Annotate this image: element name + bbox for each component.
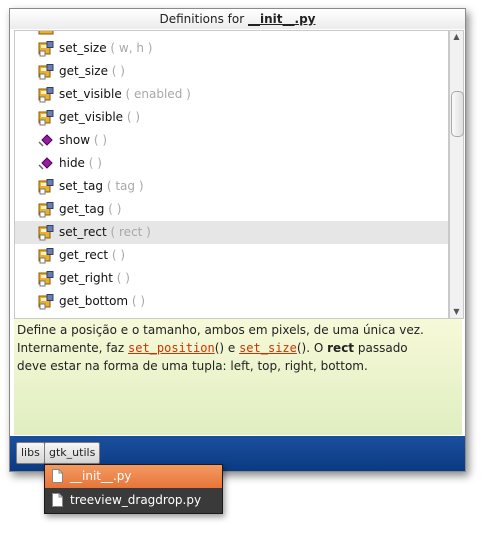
- documentation-panel: Define a posição e o tamanho, ambos em p…: [14, 318, 462, 435]
- popup-item-label: __init__.py: [70, 469, 132, 483]
- file-icon: [52, 469, 63, 483]
- definition-row-get-right[interactable]: get_right ( ): [15, 267, 448, 290]
- set-position-link[interactable]: set_position: [128, 341, 215, 355]
- definition-row-set-size[interactable]: set_size ( w, h ): [15, 37, 448, 60]
- definition-label: get_rect ( ): [59, 244, 125, 267]
- set-size-link[interactable]: set_size: [239, 341, 297, 355]
- definition-row-set-tag[interactable]: set_tag ( tag ): [15, 175, 448, 198]
- definition-name: hide: [59, 156, 85, 170]
- definition-name: get_visible: [59, 110, 124, 124]
- popup-item-init[interactable]: __init__.py: [45, 465, 222, 488]
- method-icon: [38, 64, 54, 80]
- definition-label: set_rect ( rect ): [59, 221, 151, 244]
- doc-line-3: deve estar na forma de uma tupla: left, …: [17, 359, 368, 373]
- crumb-libs[interactable]: libs: [16, 442, 45, 464]
- file-icon: [52, 493, 63, 507]
- scrollbar-thumb[interactable]: [451, 91, 464, 137]
- definition-row-set-visible[interactable]: set_visible ( enabled ): [15, 83, 448, 106]
- definition-name: set_tag: [59, 179, 104, 193]
- method-icon: [38, 294, 54, 310]
- popup-item-treeview-dragdrop[interactable]: treeview_dragdrop.py: [45, 489, 222, 512]
- method-icon: [38, 31, 54, 35]
- definition-row-get-visible[interactable]: get_visible ( ): [15, 106, 448, 129]
- definition-label: set_size ( w, h ): [59, 37, 152, 60]
- definition-name: set_rect: [59, 225, 107, 239]
- rect-bold: rect: [327, 341, 355, 355]
- definition-row-get-bottom[interactable]: get_bottom ( ): [15, 290, 448, 313]
- definition-args: ( rect ): [106, 225, 151, 239]
- window-title: Definitions for __init__.py: [10, 9, 465, 29]
- definition-label: set_visible ( enabled ): [59, 83, 191, 106]
- definition-label: get_size ( ): [59, 60, 125, 83]
- definition-label: set_tag ( tag ): [59, 175, 144, 198]
- definition-name: get_right: [59, 271, 113, 285]
- method-icon: [38, 248, 54, 264]
- crumb-gtk-utils[interactable]: gtk_utils: [44, 442, 101, 464]
- title-prefix: Definitions for: [159, 12, 248, 26]
- definition-label: get_right ( ): [59, 267, 130, 290]
- method-icon: [38, 271, 54, 287]
- definition-row-get-tag[interactable]: get_tag ( ): [15, 198, 448, 221]
- definition-row-set-rect[interactable]: set_rect ( rect ): [15, 221, 448, 244]
- definitions-list[interactable]: set_size ( w, h ) get_size ( ) set_visible…: [14, 30, 449, 319]
- popup-item-label: treeview_dragdrop.py: [70, 493, 202, 507]
- definition-args: ( ): [108, 248, 126, 262]
- scroll-up-arrow-icon[interactable]: ▲: [450, 31, 463, 43]
- method-icon: [38, 202, 54, 218]
- definition-name: get_rect: [59, 248, 109, 262]
- function-icon: [38, 157, 53, 170]
- definition-label: hide ( ): [59, 152, 102, 175]
- definition-name: get_bottom: [59, 294, 129, 308]
- definition-name: show: [59, 133, 91, 147]
- doc-line-1: Define a posição e o tamanho, ambos em p…: [17, 323, 424, 337]
- method-icon: [38, 179, 54, 195]
- list-scrollbar[interactable]: ▲ ▼: [449, 30, 464, 319]
- file-popup-menu: __init__.py treeview_dragdrop.py: [44, 464, 223, 514]
- method-icon: [38, 41, 54, 57]
- definition-row-show[interactable]: show ( ): [15, 129, 448, 152]
- function-icon: [38, 134, 53, 147]
- definition-label: show ( ): [59, 129, 107, 152]
- definition-label: get_visible ( ): [59, 106, 140, 129]
- method-icon: [38, 225, 54, 241]
- title-filename: __init__.py: [248, 12, 316, 26]
- definition-label: get_tag ( ): [59, 198, 121, 221]
- definition-name: get_tag: [59, 202, 105, 216]
- definition-args: ( ): [123, 110, 141, 124]
- definition-args: ( ): [112, 271, 130, 285]
- definition-args: ( enabled ): [121, 87, 191, 101]
- definition-name: set_size: [59, 41, 107, 55]
- definition-args: ( w, h ): [106, 41, 153, 55]
- definition-name: set_visible: [59, 87, 122, 101]
- definition-args: ( tag ): [103, 179, 144, 193]
- definition-row-hide[interactable]: hide ( ): [15, 152, 448, 175]
- definition-row-get-rect[interactable]: get_rect ( ): [15, 244, 448, 267]
- method-icon: [38, 87, 54, 103]
- definition-args: ( ): [128, 294, 146, 308]
- definition-args: ( ): [84, 156, 102, 170]
- doc-line-2: Internamente, faz set_position() e set_s…: [17, 341, 408, 355]
- scroll-down-arrow-icon[interactable]: ▼: [450, 306, 463, 318]
- definition-args: ( ): [107, 64, 125, 78]
- method-icon: [38, 110, 54, 126]
- definition-label: get_bottom ( ): [59, 290, 145, 313]
- definition-name: get_size: [59, 64, 108, 78]
- definition-args: ( ): [104, 202, 122, 216]
- definition-row-get-size[interactable]: get_size ( ): [15, 60, 448, 83]
- definition-args: ( ): [90, 133, 108, 147]
- definitions-window: Definitions for __init__.py set_size ( w…: [9, 8, 466, 472]
